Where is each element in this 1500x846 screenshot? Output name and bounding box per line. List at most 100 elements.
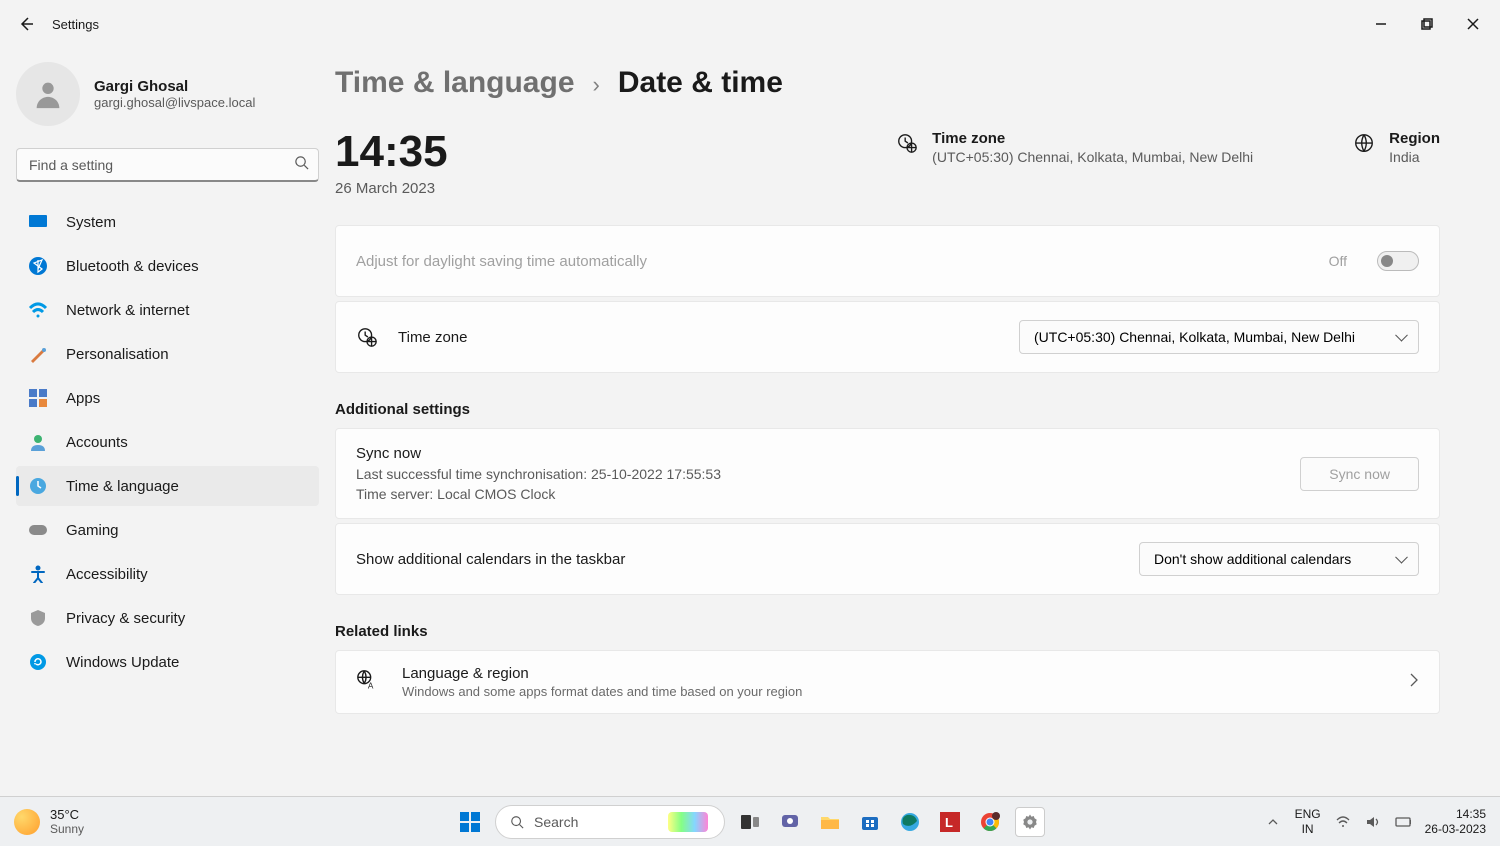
folder-icon xyxy=(820,813,840,831)
close-icon xyxy=(1467,18,1479,30)
section-related: Related links xyxy=(335,623,1440,640)
taskbar-search[interactable]: Search xyxy=(495,805,725,839)
search-input[interactable] xyxy=(16,148,319,182)
sidebar-item-personalisation[interactable]: Personalisation xyxy=(16,334,319,374)
sync-now-button[interactable]: Sync now xyxy=(1300,457,1419,491)
sidebar-item-label: Accounts xyxy=(66,434,128,451)
sidebar-item-label: Accessibility xyxy=(66,566,148,583)
taskview-button[interactable] xyxy=(735,807,765,837)
timezone-select-value: (UTC+05:30) Chennai, Kolkata, Mumbai, Ne… xyxy=(1034,329,1355,345)
taskbar-weather[interactable]: 35°C Sunny xyxy=(14,807,84,836)
timezone-row-label: Time zone xyxy=(398,329,467,346)
apps-icon xyxy=(28,388,48,408)
back-button[interactable] xyxy=(4,2,48,46)
breadcrumb: Time & language › Date & time xyxy=(335,48,1440,130)
taskbar-time: 14:35 xyxy=(1425,807,1486,821)
taskview-icon xyxy=(740,814,760,830)
timezone-header: Time zone (UTC+05:30) Chennai, Kolkata, … xyxy=(896,130,1253,165)
chevron-right-icon xyxy=(1409,673,1419,692)
store-icon xyxy=(860,812,880,832)
sidebar-item-label: Gaming xyxy=(66,522,119,539)
sidebar-item-accessibility[interactable]: Accessibility xyxy=(16,554,319,594)
bluetooth-icon xyxy=(28,256,48,276)
start-button[interactable] xyxy=(455,807,485,837)
taskbar-app-settings[interactable] xyxy=(1015,807,1045,837)
sidebar-item-privacy[interactable]: Privacy & security xyxy=(16,598,319,638)
search-icon xyxy=(510,815,524,829)
user-email: gargi.ghosal@livspace.local xyxy=(94,95,255,110)
sidebar-item-bluetooth[interactable]: Bluetooth & devices xyxy=(16,246,319,286)
gear-icon xyxy=(1021,813,1039,831)
minimize-icon xyxy=(1375,18,1387,30)
sync-server: Time server: Local CMOS Clock xyxy=(356,486,1280,502)
sidebar-item-label: Bluetooth & devices xyxy=(66,258,199,275)
timezone-card: Time zone (UTC+05:30) Chennai, Kolkata, … xyxy=(335,301,1440,373)
window-title: Settings xyxy=(52,17,99,32)
taskbar-app-chat[interactable] xyxy=(775,807,805,837)
sidebar-item-gaming[interactable]: Gaming xyxy=(16,510,319,550)
search-box[interactable] xyxy=(16,148,319,182)
sidebar-item-network[interactable]: Network & internet xyxy=(16,290,319,330)
close-button[interactable] xyxy=(1450,8,1496,40)
clock-globe-icon xyxy=(28,476,48,496)
titlebar: Settings xyxy=(0,0,1500,48)
chevron-right-icon: › xyxy=(593,72,600,98)
user-name: Gargi Ghosal xyxy=(94,78,255,95)
taskbar-app-edge[interactable] xyxy=(895,807,925,837)
wifi-icon xyxy=(28,300,48,320)
language-region-link[interactable]: A Language & region Windows and some app… xyxy=(335,650,1440,714)
language-icon: A xyxy=(356,669,378,696)
time-header: 14:35 26 March 2023 Time zone (UTC+05:30… xyxy=(335,130,1440,225)
window-controls xyxy=(1358,8,1496,40)
timezone-value: (UTC+05:30) Chennai, Kolkata, Mumbai, Ne… xyxy=(932,149,1253,165)
sidebar-item-label: Personalisation xyxy=(66,346,169,363)
maximize-button[interactable] xyxy=(1404,8,1450,40)
breadcrumb-parent[interactable]: Time & language xyxy=(335,66,575,100)
sidebar-item-time-language[interactable]: Time & language xyxy=(16,466,319,506)
current-date: 26 March 2023 xyxy=(335,180,448,197)
monitor-icon xyxy=(28,212,48,232)
minimize-button[interactable] xyxy=(1358,8,1404,40)
current-time: 14:35 xyxy=(335,130,448,174)
region-header: Region India xyxy=(1353,130,1440,165)
taskbar-app-chrome[interactable] xyxy=(975,807,1005,837)
tray-chevron-up[interactable] xyxy=(1265,814,1281,830)
sidebar-item-windows-update[interactable]: Windows Update xyxy=(16,642,319,682)
sidebar-item-system[interactable]: System xyxy=(16,202,319,242)
chrome-icon xyxy=(980,812,1000,832)
nav: System Bluetooth & devices Network & int… xyxy=(16,202,319,682)
sidebar-item-label: Apps xyxy=(66,390,100,407)
user-block[interactable]: Gargi Ghosal gargi.ghosal@livspace.local xyxy=(16,58,319,142)
daylight-toggle[interactable] xyxy=(1377,251,1419,271)
gamepad-icon xyxy=(28,520,48,540)
daylight-label: Adjust for daylight saving time automati… xyxy=(356,253,647,270)
sidebar-item-accounts[interactable]: Accounts xyxy=(16,422,319,462)
sync-card: Sync now Last successful time synchronis… xyxy=(335,428,1440,519)
calendars-select[interactable]: Don't show additional calendars xyxy=(1139,542,1419,576)
person-icon xyxy=(31,77,65,111)
taskbar-clock[interactable]: 14:35 26-03-2023 xyxy=(1425,807,1486,836)
taskbar-language[interactable]: ENG IN xyxy=(1295,807,1321,836)
taskbar-app-explorer[interactable] xyxy=(815,807,845,837)
calendars-card: Show additional calendars in the taskbar… xyxy=(335,523,1440,595)
update-icon xyxy=(28,652,48,672)
taskbar-app-store[interactable] xyxy=(855,807,885,837)
sidebar-item-apps[interactable]: Apps xyxy=(16,378,319,418)
weather-temp: 35°C xyxy=(50,807,84,822)
chat-icon xyxy=(780,812,800,832)
wifi-tray-icon[interactable] xyxy=(1335,814,1351,830)
svg-text:A: A xyxy=(368,681,374,690)
volume-tray-icon[interactable] xyxy=(1365,814,1381,830)
taskbar: 35°C Sunny Search L ENG IN 14:35 xyxy=(0,796,1500,846)
link-title: Language & region xyxy=(402,665,802,682)
taskbar-date: 26-03-2023 xyxy=(1425,822,1486,836)
battery-tray-icon[interactable] xyxy=(1395,814,1411,830)
weather-cond: Sunny xyxy=(50,822,84,836)
lang-line1: ENG xyxy=(1295,807,1321,821)
sun-icon xyxy=(14,809,40,835)
timezone-title: Time zone xyxy=(932,130,1253,147)
taskbar-app-l[interactable]: L xyxy=(935,807,965,837)
timezone-select[interactable]: (UTC+05:30) Chennai, Kolkata, Mumbai, Ne… xyxy=(1019,320,1419,354)
content: Time & language › Date & time 14:35 26 M… xyxy=(335,48,1500,796)
daylight-card: Adjust for daylight saving time automati… xyxy=(335,225,1440,297)
